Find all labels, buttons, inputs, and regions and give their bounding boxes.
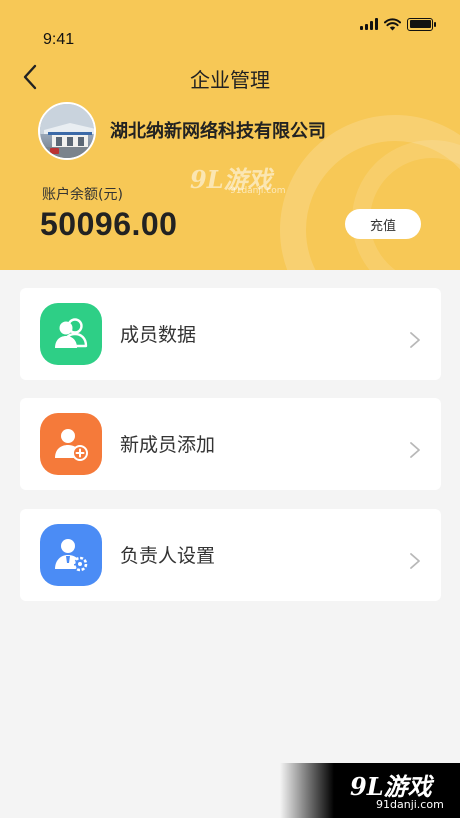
battery-icon	[407, 17, 436, 31]
menu-label: 成员数据	[120, 324, 197, 346]
page-title: 企业管理	[190, 68, 270, 92]
chevron-right-icon	[410, 332, 420, 348]
watermark: 9L游戏 91danji.com	[190, 165, 286, 196]
status-icons	[360, 16, 436, 32]
add-member-icon	[40, 413, 102, 475]
members-icon	[40, 303, 102, 365]
chevron-right-icon	[410, 553, 420, 569]
menu-item-manager-settings[interactable]: 负责人设置	[20, 509, 441, 601]
company-avatar	[38, 102, 96, 160]
menu-label: 新成员添加	[120, 434, 216, 456]
watermark-bottom: 9L游戏 91danji.com	[280, 763, 460, 818]
menu-item-member-data[interactable]: 成员数据	[20, 288, 441, 380]
balance-value: 50096.00	[40, 206, 178, 242]
wifi-icon	[384, 17, 401, 30]
recharge-button[interactable]: 充值	[345, 209, 421, 239]
chevron-right-icon	[410, 442, 420, 458]
signal-icon	[360, 18, 378, 30]
manager-settings-icon	[40, 524, 102, 586]
company-name: 湖北纳新网络科技有限公司	[110, 121, 326, 142]
balance-label: 账户余额(元)	[42, 187, 123, 203]
status-time: 9:41	[43, 31, 75, 48]
header-banner: 9:41 企业管理 湖北纳新网络科技有限公司 9L游戏 91danji.com …	[0, 0, 460, 270]
menu-item-add-member[interactable]: 新成员添加	[20, 398, 441, 490]
menu-label: 负责人设置	[120, 545, 216, 567]
